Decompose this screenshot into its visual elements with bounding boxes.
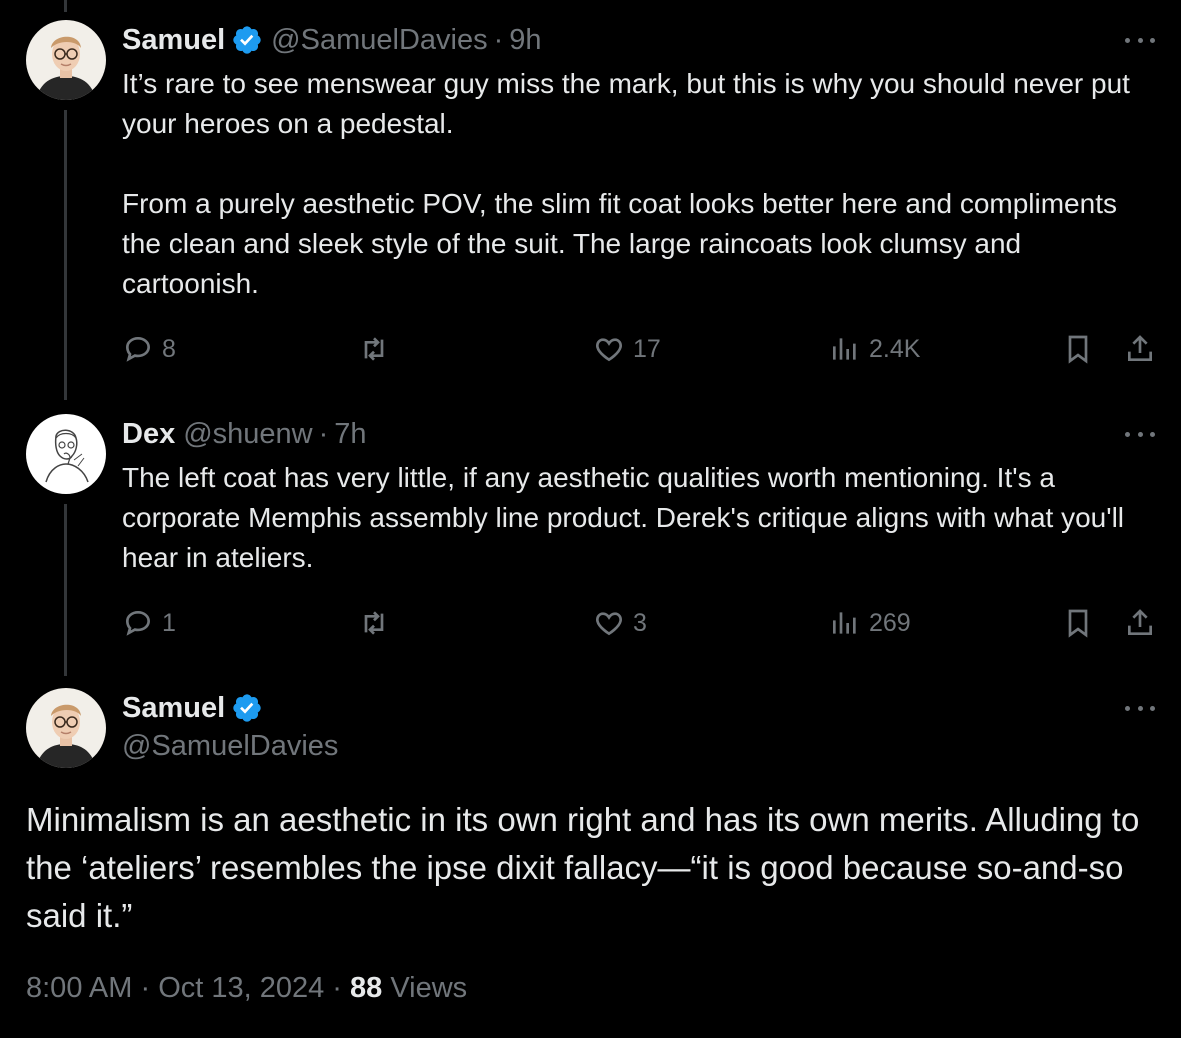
avatar[interactable] (26, 688, 106, 768)
verified-badge-icon (231, 24, 263, 56)
heart-icon (596, 612, 622, 636)
display-name[interactable]: Samuel (122, 692, 225, 725)
bookmark-icon (1068, 335, 1088, 364)
tweet-time[interactable]: 8:00 AM (26, 972, 132, 1004)
tweet-text: It’s rare to see menswear guy miss the m… (122, 68, 1130, 299)
bookmark-button[interactable] (1062, 603, 1094, 643)
reply-count: 1 (162, 608, 176, 637)
heart-icon (596, 338, 622, 362)
thread-page: Samuel @SamuelDavies · 9h It’s rare to s… (0, 0, 1181, 1038)
like-button[interactable]: 3 (593, 603, 647, 643)
more-icon[interactable] (1125, 429, 1155, 439)
avatar[interactable] (26, 20, 106, 100)
share-button[interactable] (1124, 603, 1156, 643)
tweet-actions: 8 17 2.4K (0, 329, 1181, 369)
views-icon (833, 338, 856, 360)
more-icon[interactable] (1125, 703, 1155, 713)
separator: · (493, 23, 504, 56)
views-count: 269 (869, 608, 911, 637)
reply-icon (125, 610, 151, 636)
tweet-actions: 1 3 269 (0, 603, 1181, 643)
views-count[interactable]: 88 (350, 972, 382, 1004)
repost-button[interactable] (358, 329, 390, 369)
handle[interactable]: @SamuelDavies (122, 730, 338, 763)
repost-button[interactable] (358, 603, 390, 643)
tweet-meta: 8:00 AM · Oct 13, 2024 · 88 Views (26, 972, 467, 1005)
like-button[interactable]: 17 (593, 329, 661, 369)
thread-line (64, 0, 67, 12)
handle[interactable]: @SamuelDavies (271, 24, 487, 57)
more-icon[interactable] (1125, 35, 1155, 45)
timestamp[interactable]: 9h (509, 24, 541, 57)
reply-count: 8 (162, 334, 176, 363)
views-label: Views (382, 972, 468, 1004)
reply-button[interactable]: 1 (122, 603, 176, 643)
repost-icon (364, 611, 384, 635)
views-count: 2.4K (869, 334, 921, 363)
share-button[interactable] (1124, 329, 1156, 369)
separator: · (132, 972, 159, 1004)
handle[interactable]: @shuenw (183, 418, 312, 451)
avatar-photo (26, 688, 106, 768)
tweet-header: Dex @shuenw · 7h (122, 414, 367, 454)
like-count: 17 (633, 334, 661, 363)
avatar-sketch (26, 414, 106, 494)
bookmark-icon (1068, 609, 1088, 638)
tweet-text: The left coat has very little, if any ae… (122, 462, 1132, 573)
reply-button[interactable]: 8 (122, 329, 176, 369)
separator: · (318, 417, 329, 450)
share-icon (1128, 609, 1152, 635)
repost-icon (364, 337, 384, 361)
tweet-text: Minimalism is an aesthetic in its own ri… (26, 801, 1149, 934)
bookmark-button[interactable] (1062, 329, 1094, 369)
share-icon (1128, 335, 1152, 361)
verified-badge-icon (231, 692, 263, 724)
tweet-header: Samuel @SamuelDavies · 9h (122, 20, 542, 60)
views-button[interactable]: 269 (829, 603, 911, 643)
reply-icon (125, 336, 151, 362)
thread-line (64, 504, 67, 676)
tweet-date[interactable]: Oct 13, 2024 (158, 972, 324, 1004)
separator: · (324, 972, 351, 1004)
timestamp[interactable]: 7h (334, 418, 366, 451)
views-icon (833, 612, 856, 634)
like-count: 3 (633, 608, 647, 637)
main-name-row: Samuel (122, 686, 263, 730)
avatar[interactable] (26, 414, 106, 494)
display-name[interactable]: Dex (122, 418, 175, 451)
display-name[interactable]: Samuel (122, 24, 225, 57)
avatar-photo (26, 20, 106, 100)
views-button[interactable]: 2.4K (829, 329, 920, 369)
